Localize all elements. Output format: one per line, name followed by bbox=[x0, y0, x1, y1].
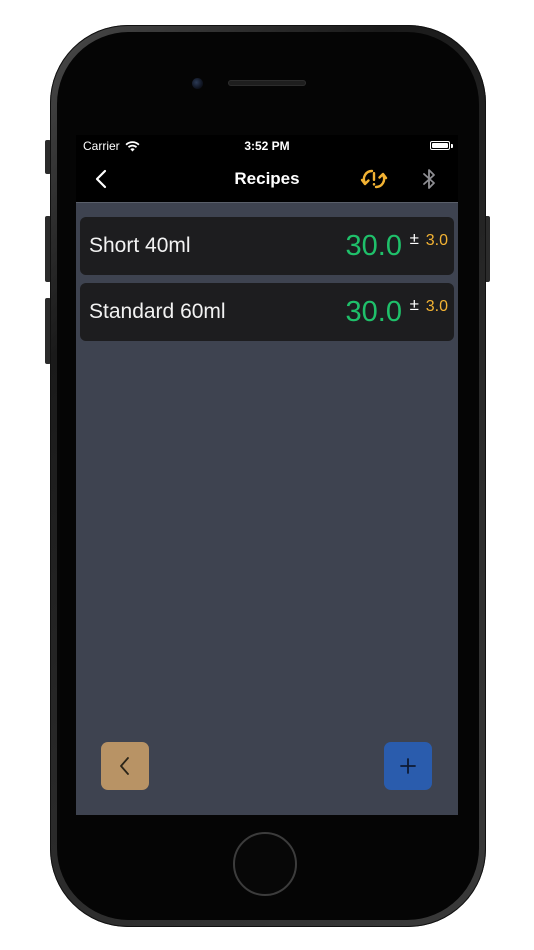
back-button[interactable] bbox=[101, 742, 149, 790]
plus-minus-symbol: ± bbox=[409, 295, 419, 314]
recipe-target-value: 30.0 bbox=[345, 230, 402, 262]
front-camera bbox=[192, 78, 203, 89]
home-button[interactable] bbox=[233, 832, 297, 896]
earpiece-speaker bbox=[228, 80, 306, 86]
bluetooth-icon[interactable] bbox=[419, 167, 439, 191]
status-time: 3:52 PM bbox=[244, 139, 290, 153]
navigation-bar: Recipes bbox=[76, 157, 458, 202]
battery-icon bbox=[430, 141, 450, 150]
status-bar: Carrier 3:52 PM bbox=[76, 135, 458, 157]
battery-level bbox=[432, 143, 448, 148]
plus-minus-symbol: ± bbox=[409, 229, 419, 248]
recipe-tolerance-value: 3.0 bbox=[425, 232, 448, 249]
app-screen: Carrier 3:52 PM Recipes Short 40ml 30.0 … bbox=[76, 135, 458, 815]
recipe-name: Standard 60ml bbox=[89, 300, 226, 323]
chevron-left-icon bbox=[120, 757, 129, 775]
recipe-row[interactable]: Standard 60ml 30.0 ± 3.0 bbox=[80, 283, 454, 341]
recipe-tolerance-value: 3.0 bbox=[425, 298, 448, 315]
recipe-list: Short 40ml 30.0 ± 3.0 Standard 60ml 30.0… bbox=[80, 217, 454, 349]
add-recipe-button[interactable] bbox=[384, 742, 432, 790]
sync-icon[interactable] bbox=[359, 166, 389, 192]
nav-divider bbox=[76, 202, 458, 203]
battery-tip bbox=[451, 144, 453, 148]
recipe-name: Short 40ml bbox=[89, 234, 191, 257]
plus-icon bbox=[400, 758, 416, 774]
page-title: Recipes bbox=[234, 169, 300, 188]
recipe-target-value: 30.0 bbox=[345, 296, 402, 328]
device-stage: Carrier 3:52 PM Recipes Short 40ml 30.0 … bbox=[0, 0, 534, 950]
recipe-row[interactable]: Short 40ml 30.0 ± 3.0 bbox=[80, 217, 454, 275]
